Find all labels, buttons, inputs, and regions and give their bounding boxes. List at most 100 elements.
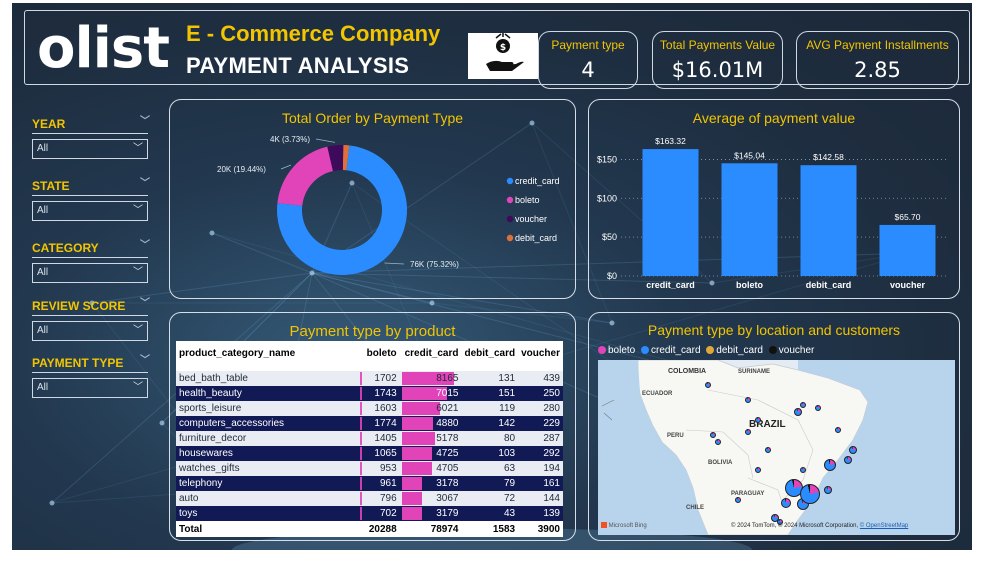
- table-row[interactable]: bed_bath_table 1702 8165 131 439: [176, 371, 563, 386]
- kpi-total-payments: Total Payments Value $16.01M: [652, 31, 783, 89]
- bar-voucher[interactable]: [879, 224, 936, 276]
- location-bubble[interactable]: [765, 447, 771, 453]
- bar-debit_card[interactable]: [800, 165, 857, 276]
- table-cell-value: 79: [461, 476, 519, 491]
- slicer-year[interactable]: YEAR ﹀ All ﹀: [32, 115, 150, 159]
- location-bubble[interactable]: [755, 417, 761, 423]
- slicer-value: All: [37, 205, 49, 216]
- location-bubble[interactable]: [781, 498, 791, 508]
- column-header[interactable]: voucher: [518, 341, 563, 365]
- chevron-down-icon[interactable]: ﹀: [140, 239, 150, 253]
- table-row[interactable]: telephony 961 3178 79 161: [176, 476, 563, 491]
- cell-text: telephony: [179, 478, 223, 489]
- openstreetmap-link[interactable]: © OpenStreetMap: [860, 523, 908, 529]
- location-bubble[interactable]: [835, 427, 841, 433]
- slicer-review-score[interactable]: REVIEW SCORE ﹀ All ﹀: [32, 297, 150, 341]
- column-header[interactable]: product_category_name: [176, 341, 359, 365]
- map-label: PERU: [667, 433, 684, 439]
- table-row[interactable]: health_beauty 1743 7015 151 250: [176, 386, 563, 401]
- location-bubble[interactable]: [710, 432, 716, 438]
- column-header[interactable]: debit_card: [461, 341, 519, 365]
- legend-marker: [506, 215, 514, 223]
- cell-text: 8165: [436, 373, 459, 384]
- slicer-payment-type[interactable]: PAYMENT TYPE ﹀ All ﹀: [32, 354, 150, 398]
- location-bubble[interactable]: [745, 429, 751, 435]
- location-bubble[interactable]: [794, 408, 802, 416]
- table-row[interactable]: sports_leisure 1603 6021 119 280: [176, 401, 563, 416]
- column-header[interactable]: boleto: [358, 341, 400, 365]
- location-bubble[interactable]: [824, 459, 836, 471]
- data-bar: [401, 447, 432, 460]
- column-header[interactable]: credit_card: [399, 341, 462, 365]
- table-row[interactable]: housewares 1065 4725 103 292: [176, 446, 563, 461]
- table-cell-value: 43: [461, 506, 519, 521]
- cell-text: 80: [503, 433, 516, 444]
- cell-text: 287: [543, 433, 560, 444]
- table-row[interactable]: toys 702 3179 43 139: [176, 506, 563, 521]
- cell-text: 194: [543, 463, 560, 474]
- table-cell-value: 7015: [399, 386, 462, 401]
- chevron-down-icon[interactable]: ﹀: [140, 297, 150, 311]
- location-bubble[interactable]: [745, 397, 751, 403]
- cell-text: 139: [543, 508, 560, 519]
- cell-text: sports_leisure: [179, 403, 242, 414]
- company-title: E - Commerce Company: [186, 21, 441, 46]
- table-cell-value: 292: [518, 446, 563, 461]
- kpi-avg-installments: AVG Payment Installments 2.85: [796, 31, 959, 89]
- location-bubble[interactable]: [705, 382, 711, 388]
- table-cell-value: 961: [358, 476, 400, 491]
- cell-text: 72: [503, 493, 516, 504]
- slicer-state[interactable]: STATE ﹀ All ﹀: [32, 177, 150, 221]
- table-cell-value: 144: [518, 491, 563, 506]
- location-bubble[interactable]: [755, 467, 761, 473]
- cell-text: 119: [499, 403, 516, 414]
- data-label: 20K (19.44%): [217, 165, 266, 174]
- table-cell-value: 161: [518, 476, 563, 491]
- bar-boleto[interactable]: [721, 163, 778, 276]
- cell-text: 43: [503, 508, 516, 519]
- cell-text: health_beauty: [179, 388, 242, 399]
- chevron-down-icon[interactable]: ﹀: [140, 115, 150, 129]
- slicer-category[interactable]: CATEGORY ﹀ All ﹀: [32, 239, 150, 283]
- slicer-dropdown[interactable]: All ﹀: [32, 321, 148, 341]
- bar-credit_card[interactable]: [642, 149, 699, 276]
- location-bubble[interactable]: [815, 405, 821, 411]
- location-bubble[interactable]: [735, 497, 741, 503]
- table-row[interactable]: watches_gifts 953 4705 63 194: [176, 461, 563, 476]
- location-bubble[interactable]: [800, 484, 820, 504]
- location-bubble[interactable]: [800, 402, 806, 408]
- table-cell-value: 280: [518, 401, 563, 416]
- table-cell-category: watches_gifts: [176, 461, 359, 476]
- donut-slice-boleto[interactable]: [277, 146, 333, 206]
- chevron-down-icon[interactable]: ﹀: [140, 177, 150, 191]
- table-cell-category: sports_leisure: [176, 401, 359, 416]
- chevron-down-icon: ﹀: [133, 325, 143, 336]
- cell-text: 3178: [436, 478, 459, 489]
- map-label: SURINAME: [738, 369, 771, 375]
- cell-text: 961: [379, 478, 397, 489]
- table-row[interactable]: furniture_decor 1405 5178 80 287: [176, 431, 563, 446]
- table-row[interactable]: auto 796 3067 72 144: [176, 491, 563, 506]
- location-bubble[interactable]: [844, 456, 852, 464]
- table-cell-value: 131: [461, 371, 519, 386]
- map-label: CHILE: [686, 505, 704, 511]
- y-tick-label: $150: [597, 154, 617, 164]
- slicer-value: All: [37, 325, 49, 336]
- slicer-dropdown[interactable]: All ﹀: [32, 378, 148, 398]
- cell-text: 439: [543, 373, 560, 384]
- location-bubble[interactable]: [800, 467, 806, 473]
- cell-text: 5178: [436, 433, 459, 444]
- location-bubble[interactable]: [849, 446, 857, 454]
- table-row[interactable]: computers_accessories 1774 4880 142 229: [176, 416, 563, 431]
- location-bubble[interactable]: [715, 439, 721, 445]
- chevron-down-icon: ﹀: [133, 267, 143, 278]
- slicer-dropdown[interactable]: All ﹀: [32, 263, 148, 283]
- slicer-dropdown[interactable]: All ﹀: [32, 139, 148, 159]
- data-bar: [360, 477, 363, 490]
- slicer-dropdown[interactable]: All ﹀: [32, 201, 148, 221]
- location-bubble[interactable]: [824, 486, 832, 494]
- chevron-down-icon[interactable]: ﹀: [140, 354, 150, 368]
- map-view[interactable]: COLOMBIA SURINAME ECUADOR BRAZIL PERU BO…: [598, 360, 955, 535]
- table-cell-value: 103: [461, 446, 519, 461]
- chevron-down-icon: ﹀: [133, 143, 143, 154]
